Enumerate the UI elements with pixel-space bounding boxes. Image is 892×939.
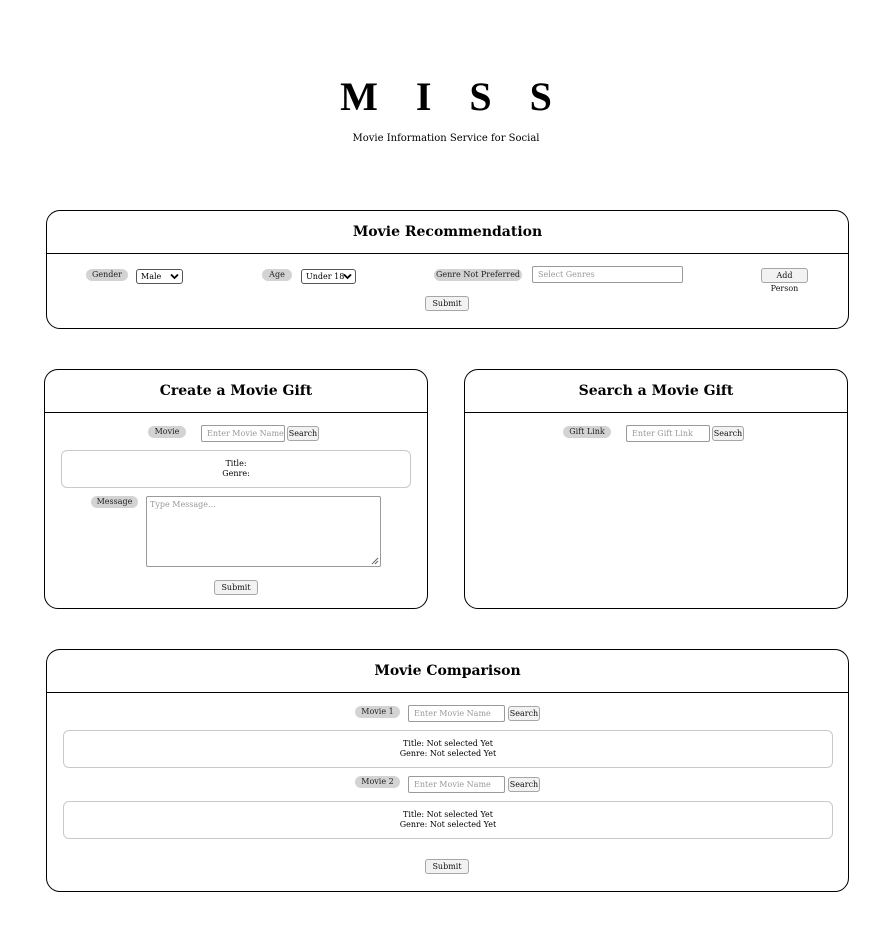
age-select[interactable]: Under 18 — [301, 269, 356, 284]
movie2-input[interactable]: Enter Movie Name — [408, 776, 505, 793]
app-subtitle: Movie Information Service for Social — [352, 133, 540, 144]
movie2-genre: Genre: Not selected Yet — [399, 820, 497, 829]
search-gift-title: Search a Movie Gift — [465, 370, 847, 413]
movie1-input[interactable]: Enter Movie Name — [408, 705, 505, 722]
gender-label: Gender — [86, 269, 128, 281]
gift-movie-title: Title: — [225, 459, 247, 468]
movie-recommendation-panel: Movie Recommendation Gender Male Age Und… — [46, 210, 849, 329]
gift-movie-search-button[interactable]: Search — [287, 426, 319, 441]
gift-link-input[interactable]: Enter Gift Link — [626, 425, 710, 442]
age-label: Age — [262, 269, 292, 281]
gift-movie-info-box: Title: Genre: — [61, 450, 411, 488]
movie2-label: Movie 2 — [355, 776, 400, 788]
gift-message-placeholder: Type Message... — [150, 500, 216, 509]
gift-message-textarea[interactable]: Type Message... — [146, 496, 381, 567]
recommendation-submit-button[interactable]: Submit — [425, 296, 469, 311]
search-gift-panel: Search a Movie Gift Gift Link Enter Gift… — [464, 369, 848, 609]
movie1-title: Title: Not selected Yet — [403, 739, 493, 748]
app-logo: M I S S — [340, 74, 566, 119]
gift-movie-genre: Genre: — [222, 469, 250, 478]
movie1-info-box: Title: Not selected Yet Genre: Not selec… — [63, 730, 833, 768]
movie1-label: Movie 1 — [355, 706, 400, 718]
create-gift-title: Create a Movie Gift — [45, 370, 427, 413]
message-label: Message — [91, 496, 138, 508]
movie1-genre: Genre: Not selected Yet — [399, 749, 497, 758]
add-person-button[interactable]: Add Person — [761, 268, 808, 293]
movie1-search-button[interactable]: Search — [508, 706, 540, 721]
movie-comparison-panel: Movie Comparison Movie 1 Enter Movie Nam… — [46, 649, 849, 892]
create-gift-panel: Create a Movie Gift Movie Enter Movie Na… — [44, 369, 428, 609]
gift-submit-button[interactable]: Submit — [214, 580, 258, 595]
gift-movie-input[interactable]: Enter Movie Name — [201, 425, 285, 442]
comparison-submit-button[interactable]: Submit — [425, 859, 469, 874]
movie2-search-button[interactable]: Search — [508, 777, 540, 792]
movie-comparison-title: Movie Comparison — [47, 650, 848, 693]
chevron-down-icon — [170, 271, 179, 284]
genre-select-input[interactable]: Select Genres — [532, 266, 683, 283]
gender-select-value: Male — [141, 272, 162, 281]
movie-label: Movie — [148, 426, 186, 438]
genre-not-preferred-label: Genre Not Preferred — [434, 269, 522, 281]
age-select-value: Under 18 — [306, 272, 345, 281]
movie2-title: Title: Not selected Yet — [403, 810, 493, 819]
chevron-down-icon — [343, 271, 352, 284]
movie2-info-box: Title: Not selected Yet Genre: Not selec… — [63, 801, 833, 839]
movie-recommendation-title: Movie Recommendation — [47, 211, 848, 254]
gift-link-search-button[interactable]: Search — [712, 426, 744, 441]
resize-grip-icon[interactable] — [371, 557, 379, 565]
gender-select[interactable]: Male — [136, 269, 183, 284]
gift-link-label: Gift Link — [563, 426, 611, 438]
